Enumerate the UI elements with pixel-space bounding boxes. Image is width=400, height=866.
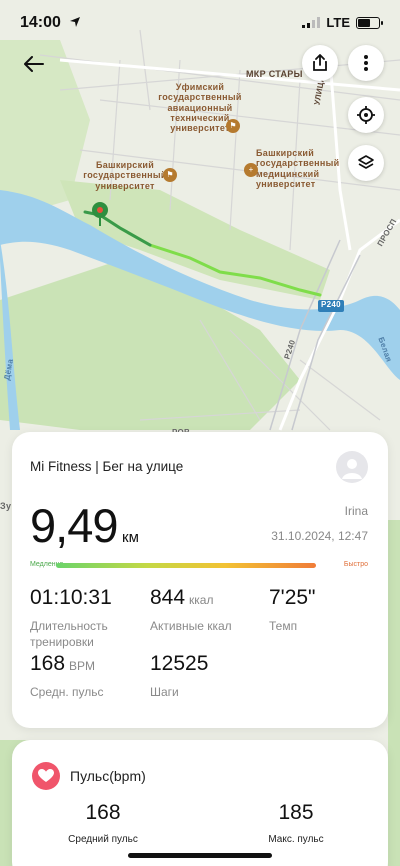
workout-summary-card: Mi Fitness | Бег на улице 9,49 км Irina … <box>12 432 388 728</box>
status-bar: 14:00 LTE <box>0 0 400 44</box>
duration-value: 01:10:31 <box>30 586 112 609</box>
road-sign-r240-label: Р240 <box>321 300 341 309</box>
avatar[interactable] <box>336 451 368 483</box>
heart-rate-card[interactable]: Пульс(bpm) 168 Средний пульс 185 Макс. п… <box>12 740 388 866</box>
pace-label: Темп <box>269 619 298 633</box>
avg-hr-big-label: Средний пульс <box>68 834 138 845</box>
avatar-icon <box>342 459 362 479</box>
avg-hr-unit: BPM <box>69 659 96 673</box>
hospital-icon: + <box>244 163 258 177</box>
map-label-aviation-uni: Уфимский государственный авиационный тех… <box>158 82 242 134</box>
avg-hr-value: 168 <box>30 652 66 675</box>
pace-gradient-bar <box>56 563 316 568</box>
pace-fast-label: Быстро <box>343 561 368 568</box>
avg-hr-label: Средн. пульс <box>30 685 104 699</box>
university-icon: ⚑ <box>163 168 177 182</box>
share-button[interactable] <box>302 45 338 81</box>
locate-icon <box>357 106 375 124</box>
stat-avg-hr: 168 BPM Средн. пульс <box>30 652 140 700</box>
more-button[interactable] <box>348 45 384 81</box>
layers-icon <box>358 155 374 169</box>
stat-pace: 7'25" Темп <box>269 586 369 634</box>
heart-rate-title: Пульс(bpm) <box>70 768 146 784</box>
stat-duration: 01:10:31 Длительность тренировки <box>30 586 140 650</box>
university-icon: ⚑ <box>226 119 240 133</box>
status-indicators: LTE <box>302 15 383 30</box>
status-time: 14:00 <box>20 14 81 32</box>
workout-title: Mi Fitness | Бег на улице <box>30 459 184 474</box>
max-hr-label: Макс. пульс <box>268 834 324 845</box>
back-arrow-icon <box>24 56 44 72</box>
heart-icon <box>38 769 54 782</box>
steps-label: Шаги <box>150 685 179 699</box>
duration-label: Длительность тренировки <box>30 619 108 649</box>
map-label-edge: Зу <box>0 501 12 511</box>
workout-datetime: 31.10.2024, 12:47 <box>271 529 368 543</box>
stat-calories: 844 ккал Активные ккал <box>150 586 260 634</box>
share-icon <box>313 54 327 71</box>
calories-label: Активные ккал <box>150 619 232 633</box>
pace-value: 7'25" <box>269 586 316 609</box>
layers-button[interactable] <box>348 145 384 181</box>
avg-hr-big-value: 168 <box>85 801 121 824</box>
max-hr-value: 185 <box>278 801 314 824</box>
calories-value: 844 <box>150 586 186 609</box>
stat-steps: 12525 Шаги <box>150 652 260 700</box>
map-label-medical-uni: Башкирский государственный медицинский у… <box>256 148 340 190</box>
distance-value: 9,49 <box>30 499 118 552</box>
user-name: Irina <box>344 504 368 518</box>
steps-value: 12525 <box>150 652 209 675</box>
calories-unit: ккал <box>189 593 214 607</box>
heart-badge <box>32 762 60 790</box>
battery-icon <box>356 16 383 29</box>
map-label-district: МКР СТАРЫ <box>246 69 303 79</box>
home-indicator[interactable] <box>128 853 272 858</box>
locate-button[interactable] <box>348 97 384 133</box>
signal-icon <box>302 17 321 28</box>
location-arrow-icon <box>70 17 81 27</box>
more-icon <box>364 55 368 71</box>
network-label: LTE <box>326 15 350 30</box>
back-button[interactable] <box>20 50 48 78</box>
distance-unit: км <box>122 529 139 546</box>
